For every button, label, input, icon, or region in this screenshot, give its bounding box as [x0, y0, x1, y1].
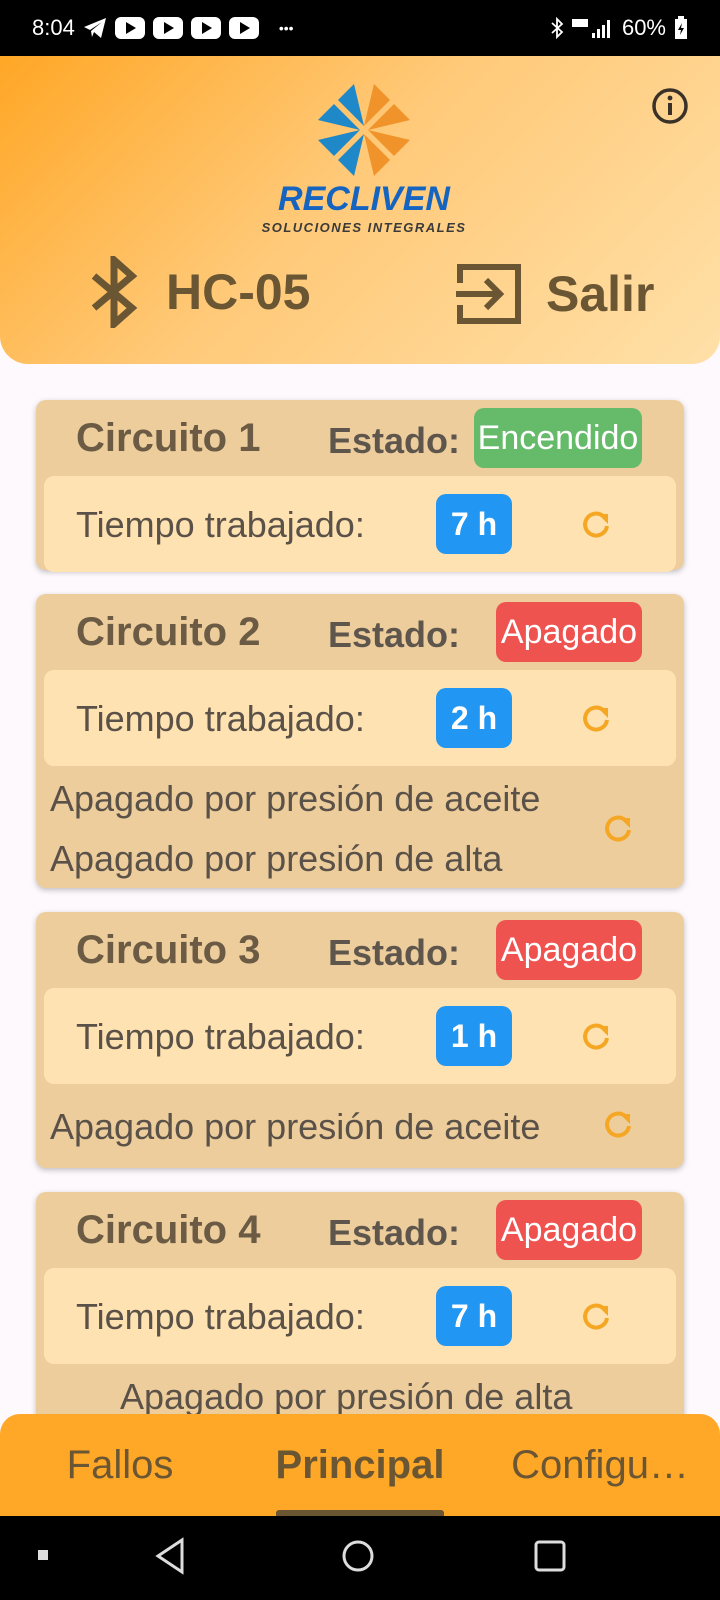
- battery-charging-icon: [675, 16, 687, 39]
- app-header: RECLIVEN SOLUCIONES INTEGRALES HC-05 Sal…: [0, 56, 720, 364]
- reset-faults-refresh-icon[interactable]: [598, 808, 638, 848]
- home-icon[interactable]: [340, 1538, 376, 1574]
- circuit-title: Circuito 1: [76, 416, 261, 460]
- youtube-icon: [228, 17, 259, 39]
- estado-label: Estado:: [328, 614, 461, 655]
- system-navigation-bar: [0, 1516, 720, 1600]
- hours-badge: 2 h: [436, 688, 512, 748]
- overview-icon[interactable]: [532, 1538, 568, 1574]
- bluetooth-device-button[interactable]: HC-05: [86, 256, 310, 328]
- status-badge: Apagado: [496, 1200, 642, 1260]
- lte-signal-icon: [571, 19, 610, 38]
- status-time: 8:04: [32, 15, 75, 40]
- worked-time-row: Tiempo trabajado: 7 h: [44, 476, 676, 572]
- reset-time-refresh-icon[interactable]: [576, 1296, 616, 1336]
- circuit-title: Circuito 2: [76, 610, 261, 654]
- exit-icon: [456, 264, 521, 324]
- fault-message: Apagado por presión de aceite: [50, 778, 541, 819]
- hours-badge: 7 h: [436, 1286, 512, 1346]
- recliven-logo: RECLIVEN SOLUCIONES INTEGRALES: [262, 84, 467, 235]
- circuit-card: Circuito 4 Estado: Apagado Tiempo trabaj…: [36, 1192, 684, 1414]
- fault-message: Apagado por presión de alta: [50, 838, 503, 879]
- fault-message: Apagado por presión de alta: [120, 1376, 573, 1414]
- circuit-card: Circuito 1 Estado: Encendido Tiempo trab…: [36, 400, 684, 572]
- status-badge: Apagado: [496, 920, 642, 980]
- device-name: HC-05: [166, 264, 311, 320]
- recents-dot-icon[interactable]: [36, 1548, 50, 1562]
- circuit-card: Circuito 2 Estado: Apagado Tiempo trabaj…: [36, 594, 684, 888]
- worked-time-label: Tiempo trabajado:: [76, 504, 365, 545]
- exit-label: Salir: [546, 266, 655, 322]
- hours-badge: 1 h: [436, 1006, 512, 1066]
- tab-fallos[interactable]: Fallos: [20, 1414, 220, 1516]
- svg-text:SOLUCIONES INTEGRALES: SOLUCIONES INTEGRALES: [262, 220, 467, 235]
- circuit-card: Circuito 3 Estado: Apagado Tiempo trabaj…: [36, 912, 684, 1168]
- youtube-icon: [190, 17, 221, 39]
- status-badge: Encendido: [474, 408, 642, 468]
- circuit-title: Circuito 3: [76, 928, 261, 972]
- worked-time-row: Tiempo trabajado: 1 h: [44, 988, 676, 1084]
- estado-label: Estado:: [328, 1212, 461, 1253]
- youtube-icon: [152, 17, 183, 39]
- estado-label: Estado:: [328, 420, 461, 461]
- estado-label: Estado:: [328, 932, 461, 973]
- exit-button[interactable]: Salir: [456, 261, 654, 327]
- battery-percent: 60%: [621, 15, 666, 40]
- reset-faults-refresh-icon[interactable]: [598, 1104, 638, 1144]
- svg-text:RECLIVEN: RECLIVEN: [278, 180, 451, 218]
- worked-time-row: Tiempo trabajado: 2 h: [44, 670, 676, 766]
- reset-time-refresh-icon[interactable]: [576, 504, 616, 544]
- circuit-list[interactable]: Circuito 1 Estado: Encendido Tiempo trab…: [0, 364, 720, 1414]
- more-notifications-icon: •••: [278, 20, 294, 36]
- reset-time-refresh-icon[interactable]: [576, 698, 616, 738]
- worked-time-label: Tiempo trabajado:: [76, 1296, 365, 1337]
- fault-message: Apagado por presión de aceite: [50, 1106, 541, 1147]
- status-bar: 8:04 ••• 60%: [0, 0, 720, 56]
- info-icon[interactable]: [650, 86, 690, 126]
- tab-principal[interactable]: Principal: [250, 1414, 470, 1516]
- worked-time-label: Tiempo trabajado:: [76, 1016, 365, 1057]
- circuit-title: Circuito 4: [76, 1208, 261, 1252]
- youtube-icon: [114, 17, 145, 39]
- bluetooth-icon: [91, 256, 138, 328]
- worked-time-row: Tiempo trabajado: 7 h: [44, 1268, 676, 1364]
- telegram-icon: [83, 18, 106, 38]
- hours-badge: 7 h: [436, 494, 512, 554]
- reset-time-refresh-icon[interactable]: [576, 1016, 616, 1056]
- back-icon[interactable]: [152, 1536, 188, 1576]
- status-badge: Apagado: [496, 602, 642, 662]
- bottom-tab-bar: Fallos Principal Configu…: [0, 1414, 720, 1516]
- worked-time-label: Tiempo trabajado:: [76, 698, 365, 739]
- bluetooth-status-icon: [551, 17, 564, 39]
- tab-configuracion[interactable]: Configu…: [500, 1414, 700, 1516]
